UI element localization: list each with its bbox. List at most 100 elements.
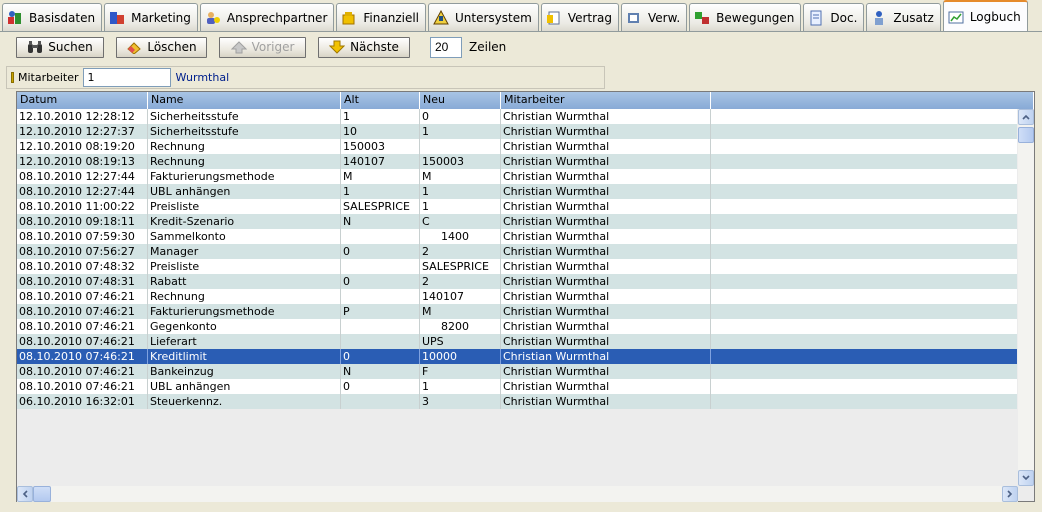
column-header-neu[interactable]: Neu [420,92,501,109]
table-cell [341,319,420,334]
tab-verw[interactable]: Verw. [621,3,688,31]
chevron-right-icon [1007,490,1013,498]
table-row[interactable]: 08.10.2010 07:46:21 Lieferart UPS Christian… [17,334,1017,349]
column-header-name[interactable]: Name [148,92,341,109]
table-cell: SALESPRICE [420,259,501,274]
table-cell: Christian Wurmthal [501,364,711,379]
table-row[interactable]: 08.10.2010 07:46:21 Gegenkonto 8200 Christi… [17,319,1017,334]
basisdaten-icon [7,10,23,26]
table-cell: 10000 [420,349,501,364]
table-row[interactable]: 08.10.2010 11:00:22 Preisliste SALESPRICE 1… [17,199,1017,214]
table-cell: Sammelkonto [148,229,341,244]
table-cell: 08.10.2010 07:59:30 [17,229,148,244]
rows-input[interactable] [430,36,462,58]
table-cell: Manager [148,244,341,259]
scroll-up-button[interactable] [1018,109,1034,125]
vertical-scroll-thumb[interactable] [1018,127,1034,143]
table-cell: 140107 [420,289,501,304]
table-cell [711,319,1017,334]
table-cell: N [341,214,420,229]
table-cell: UBL anhängen [148,379,341,394]
table-cell: 12.10.2010 12:27:37 [17,124,148,139]
next-button[interactable]: Nächste [318,36,410,58]
scroll-right-button[interactable] [1002,486,1018,502]
tab-bewegungen[interactable]: Bewegungen [689,3,802,31]
vertical-scrollbar[interactable] [1018,109,1034,486]
table-row[interactable]: 08.10.2010 07:48:31 Rabatt 0 2 Christian Wur… [17,274,1017,289]
employee-filter-input[interactable]: 1 [82,68,171,87]
table-row[interactable]: 08.10.2010 07:46:21 Kreditlimit 0 10000 Chri… [17,349,1017,364]
table-row[interactable]: 08.10.2010 07:46:21 Rechnung 140107 Christi… [17,289,1017,304]
table-cell [341,394,420,409]
scroll-down-button[interactable] [1018,470,1034,486]
tab-label: Untersystem [455,10,532,25]
table-cell [711,184,1017,199]
tab-doc[interactable]: Doc. [803,3,865,31]
subsystem-icon [433,9,449,26]
tab-vertrag[interactable]: Vertrag [540,3,620,31]
table-cell: Christian Wurmthal [501,349,711,364]
table-row[interactable]: 08.10.2010 12:27:44 Fakturierungsmethode M… [17,169,1017,184]
table-cell: UBL anhängen [148,184,341,199]
table-row[interactable]: 06.10.2010 16:32:01 Steuerkennz. 3 Christia… [17,394,1017,409]
tab-ansprechpartner[interactable]: Ansprechpartner [199,3,335,31]
horizontal-scrollbar[interactable] [17,486,1018,502]
delete-button[interactable]: Löschen [116,36,207,58]
table-cell [341,259,420,274]
table-cell [711,154,1017,169]
tab-label: Marketing [131,10,191,25]
table-row[interactable]: 12.10.2010 12:27:37 Sicherheitsstufe 10 1 Ch… [17,124,1017,139]
table-row[interactable]: 12.10.2010 08:19:13 Rechnung 140107 150003 C… [17,154,1017,169]
column-header-filler[interactable] [711,92,1034,109]
table-row[interactable]: 08.10.2010 07:59:30 Sammelkonto 1400 Christ… [17,229,1017,244]
table-cell: Kreditlimit [148,349,341,364]
column-header-datum[interactable]: Datum [17,92,148,109]
table-cell: 1400 [420,229,501,244]
table-cell: N [341,364,420,379]
tab-label: Bewegungen [716,10,795,25]
search-button[interactable]: Suchen [16,36,104,58]
table-cell: Christian Wurmthal [501,139,711,154]
table-cell: 2 [420,274,501,289]
table-cell: Lieferart [148,334,341,349]
tab-marketing[interactable]: Marketing [104,3,198,31]
table-row[interactable]: 08.10.2010 07:46:21 Fakturierungsmethode P… [17,304,1017,319]
table-cell: Sicherheitsstufe [148,124,341,139]
table-cell: 1 [420,379,501,394]
logbook-icon [948,9,964,25]
table-cell: 140107 [341,154,420,169]
table-row[interactable]: 08.10.2010 09:18:11 Kredit-Szenario N C Chri… [17,214,1017,229]
tab-label: Verw. [648,10,681,25]
employee-filter-label: Mitarbeiter [18,71,79,84]
table-cell: 12.10.2010 08:19:20 [17,139,148,154]
table-row[interactable]: 12.10.2010 08:19:20 Rechnung 150003 Christi… [17,139,1017,154]
table-cell: Rechnung [148,139,341,154]
table-row[interactable]: 08.10.2010 07:56:27 Manager 0 2 Christian Wu… [17,244,1017,259]
table-cell: UPS [420,334,501,349]
table-cell: Christian Wurmthal [501,169,711,184]
table-cell: Rabatt [148,274,341,289]
horizontal-scroll-thumb[interactable] [33,486,51,502]
tab-logbuch[interactable]: Logbuch [942,0,1028,31]
table-row[interactable]: 08.10.2010 07:48:32 Preisliste SALESPRICE C… [17,259,1017,274]
table-cell: 08.10.2010 07:46:21 [17,319,148,334]
tab-basisdaten[interactable]: Basisdaten [2,3,103,31]
binoculars-icon [28,41,43,53]
table-row[interactable]: 08.10.2010 12:27:44 UBL anhängen 1 1 Christi… [17,184,1017,199]
previous-button[interactable]: Voriger [219,36,306,58]
table-row[interactable]: 08.10.2010 07:46:21 UBL anhängen 0 1 Christi… [17,379,1017,394]
table-cell: 0 [341,349,420,364]
tab-zusatz[interactable]: Zusatz [866,3,941,31]
table-cell: M [420,169,501,184]
column-header-mitarbeiter[interactable]: Mitarbeiter [501,92,711,109]
tab-untersystem[interactable]: Untersystem [428,3,539,31]
table-cell: 08.10.2010 07:46:21 [17,349,148,364]
table-cell: Rechnung [148,289,341,304]
grid-body: 12.10.2010 12:28:12 Sicherheitsstufe 1 0 Chr… [17,109,1017,409]
table-row[interactable]: 08.10.2010 07:46:21 Bankeinzug N F Christian… [17,364,1017,379]
table-cell [711,289,1017,304]
scroll-left-button[interactable] [17,486,33,502]
column-header-alt[interactable]: Alt [341,92,420,109]
table-row[interactable]: 12.10.2010 12:28:12 Sicherheitsstufe 1 0 Chr… [17,109,1017,124]
tab-finanziell[interactable]: Finanziell [336,3,427,31]
